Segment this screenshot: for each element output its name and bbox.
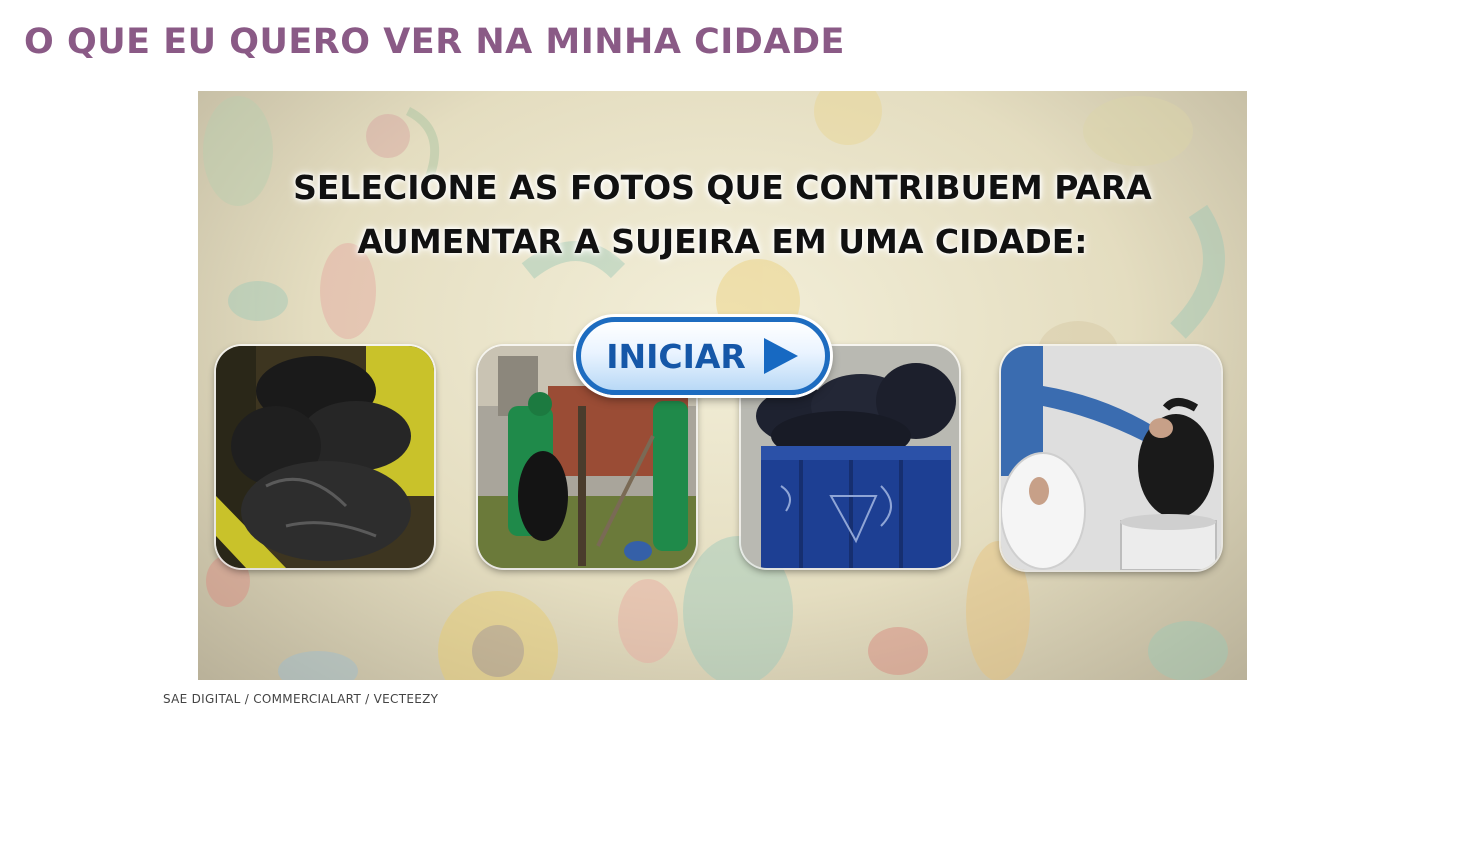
photo-bag-into-bin[interactable] <box>1001 346 1221 570</box>
photo-trash-bags[interactable] <box>216 346 434 568</box>
prompt-line-2: AUMENTAR A SUJEIRA EM UMA CIDADE: <box>357 222 1088 261</box>
start-button-label: INICIAR <box>606 336 746 376</box>
activity-panel: SELECIONE AS FOTOS QUE CONTRIBUEM PARA A… <box>198 91 1247 680</box>
image-credit: SAE DIGITAL / COMMERCIALART / VECTEEZY <box>163 692 439 706</box>
page-title: O QUE EU QUERO VER NA MINHA CIDADE <box>24 22 845 62</box>
start-button[interactable]: INICIAR <box>576 317 830 395</box>
activity-prompt: SELECIONE AS FOTOS QUE CONTRIBUEM PARA A… <box>198 161 1247 269</box>
prompt-line-1: SELECIONE AS FOTOS QUE CONTRIBUEM PARA <box>293 168 1152 207</box>
play-arrow-icon <box>763 338 798 374</box>
